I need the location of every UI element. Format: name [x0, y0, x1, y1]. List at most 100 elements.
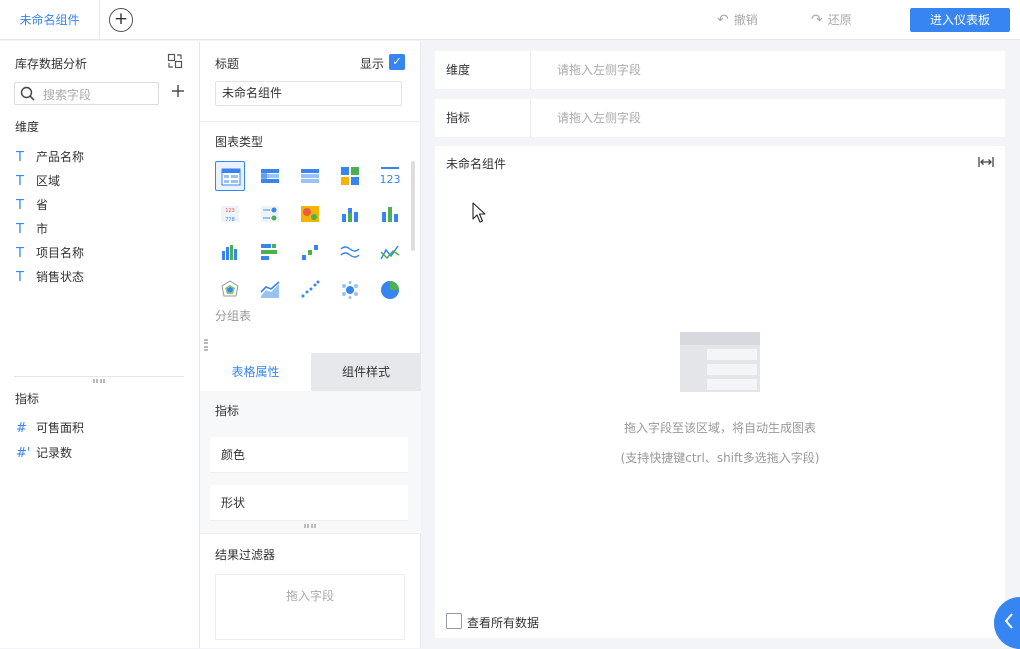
dimension-drop-zone[interactable]: 维度 请拖入左侧字段	[435, 51, 1005, 89]
fields-panel: 库存数据分析 搜索字段 维度 T 产品名称 T 区域 T 省 T 市 T 项目名称 T 销售状态 指标…	[0, 41, 200, 648]
dataset-title: 库存数据分析	[15, 57, 88, 71]
divider	[14, 376, 184, 377]
resize-handle[interactable]	[304, 524, 316, 528]
metric-drop-zone[interactable]: 指标 请拖入左侧字段	[435, 99, 1005, 137]
grouped-bar-icon[interactable]	[375, 199, 405, 229]
chart-type-label: 图表类型	[215, 135, 264, 149]
bubble-icon[interactable]	[335, 275, 365, 305]
empty-subhint: (支持快捷键ctrl、shift多选拖入字段)	[620, 451, 820, 465]
tab-component-style[interactable]: 组件样式	[311, 353, 421, 391]
dimension-field-label: 项目名称	[36, 246, 85, 260]
horizontal-bar-icon[interactable]	[255, 237, 285, 267]
fit-width-icon[interactable]	[978, 155, 994, 172]
redo-button[interactable]: ↷ 还原	[811, 12, 852, 28]
dimension-field[interactable]: T 销售状态	[16, 268, 84, 286]
measure-field[interactable]: # 可售面积	[16, 419, 84, 437]
chart-type-caption: 分组表	[215, 309, 252, 323]
redo-label: 还原	[827, 13, 852, 27]
svg-text:778: 778	[225, 217, 235, 223]
field-search-box[interactable]: 搜索字段	[14, 82, 159, 105]
dimension-field[interactable]: T 产品名称	[16, 148, 84, 166]
dimension-zone-placeholder: 请拖入左侧字段	[557, 63, 642, 77]
column-chart-icon[interactable]	[215, 237, 245, 267]
check-icon: ✓	[392, 55, 402, 68]
number-type-icon: #	[16, 421, 27, 436]
line-chart-icon[interactable]	[375, 237, 405, 267]
chart-card[interactable]: 未命名组件 拖入字段至该区域，将自动生成图表 (支持快捷键ctrl、shift多…	[435, 146, 1005, 638]
chart-grid-scrollbar[interactable]	[411, 161, 415, 251]
filter-drop-text: 拖入字段	[285, 589, 334, 603]
view-all-data-checkbox[interactable]	[446, 613, 462, 629]
tab-table-properties[interactable]: 表格属性	[200, 353, 311, 391]
metric-zone-label: 指标	[446, 111, 471, 125]
search-input[interactable]: 搜索字段	[43, 86, 91, 103]
switch-dataset-icon[interactable]	[167, 53, 183, 72]
scatter-icon[interactable]	[295, 275, 325, 305]
zone-separator	[530, 99, 531, 137]
text-type-icon: T	[16, 198, 24, 213]
kpi-number-icon[interactable]: 123	[375, 161, 405, 191]
mouse-cursor-icon	[472, 202, 486, 227]
dimension-field[interactable]: T 区域	[16, 172, 60, 190]
table-icon[interactable]	[215, 161, 245, 191]
title-label: 标题	[215, 57, 240, 71]
tab-unnamed-component[interactable]: 未命名组件	[0, 0, 100, 40]
show-title-checkbox[interactable]: ✓	[389, 54, 405, 70]
svg-text:123: 123	[380, 173, 400, 186]
result-filter-label: 结果过滤器	[215, 548, 276, 562]
measure-header: 指标	[15, 392, 40, 406]
number-type-icon: #'	[16, 446, 31, 461]
empty-table-icon	[680, 332, 760, 395]
zone-separator	[530, 51, 531, 89]
measure-field[interactable]: #' 记录数	[16, 444, 72, 462]
heatmap-grid-icon[interactable]	[335, 161, 365, 191]
detail-table-icon[interactable]	[295, 161, 325, 191]
empty-hint: 拖入字段至该区域，将自动生成图表	[623, 421, 816, 435]
redo-icon: ↷	[811, 12, 823, 28]
measure-field-label: 可售面积	[36, 421, 85, 435]
chart-title: 未命名组件	[446, 157, 507, 171]
text-type-icon: T	[16, 270, 24, 285]
waterfall-icon[interactable]	[295, 237, 325, 267]
measure-field-label: 记录数	[36, 446, 73, 460]
view-all-data-label: 查看所有数据	[467, 616, 540, 630]
text-type-icon: T	[16, 246, 24, 261]
shape-property[interactable]: 形状	[210, 485, 408, 521]
divider	[200, 533, 421, 534]
dimension-field[interactable]: T省	[16, 196, 48, 214]
undo-label: 撤销	[733, 13, 758, 27]
resize-handle[interactable]	[204, 339, 208, 351]
dimension-field[interactable]: T市	[16, 220, 48, 238]
resize-handle[interactable]	[93, 379, 105, 383]
dimension-field[interactable]: T 项目名称	[16, 244, 84, 262]
filter-drop-zone[interactable]: 拖入字段	[215, 574, 405, 640]
undo-icon: ↶	[717, 12, 729, 28]
undo-button[interactable]: ↶ 撤销	[717, 12, 758, 28]
text-table-icon[interactable]: 123 778	[215, 199, 245, 229]
chevron-left-icon	[1004, 613, 1014, 632]
search-icon	[20, 86, 35, 104]
dimension-zone-label: 维度	[446, 63, 471, 77]
canvas-area: 维度 请拖入左侧字段 指标 请拖入左侧字段 未命名组件 拖入字段至该区域，将自动…	[421, 41, 1020, 648]
line-multi-icon[interactable]	[335, 237, 365, 267]
add-field-icon[interactable]	[171, 84, 185, 101]
stacked-bar-icon[interactable]	[335, 199, 365, 229]
metric-zone-placeholder: 请拖入左侧字段	[557, 111, 642, 125]
radar-icon[interactable]	[215, 275, 245, 305]
text-type-icon: T	[16, 150, 24, 165]
cross-table-icon[interactable]	[255, 161, 285, 191]
dot-table-icon[interactable]	[255, 199, 285, 229]
dimension-header: 维度	[15, 120, 40, 134]
color-property[interactable]: 颜色	[210, 437, 408, 473]
map-heat-icon[interactable]	[295, 199, 325, 229]
area-chart-icon[interactable]	[255, 275, 285, 305]
show-label: 显示	[360, 57, 385, 71]
pie-chart-icon[interactable]	[375, 275, 405, 305]
metric-property-label: 指标	[215, 404, 240, 418]
enter-dashboard-button[interactable]: 进入仪表板	[910, 8, 1010, 32]
text-type-icon: T	[16, 222, 24, 237]
text-type-icon: T	[16, 174, 24, 189]
title-input[interactable]: 未命名组件	[215, 81, 402, 106]
dimension-field-label: 产品名称	[36, 150, 85, 164]
add-tab-button[interactable]: +	[109, 8, 133, 32]
